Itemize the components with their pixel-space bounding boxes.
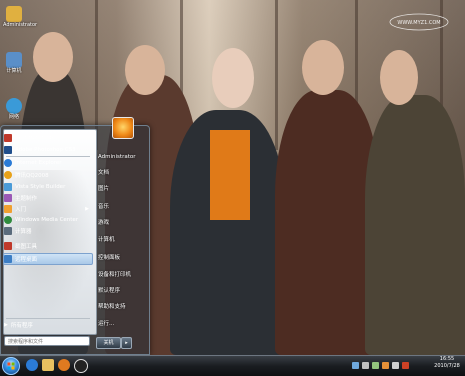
program-item-restorator[interactable]: Restorator.exe — [4, 133, 92, 143]
restorator-icon — [4, 134, 12, 142]
program-label: 腾讯QQ2008 — [15, 173, 49, 179]
windows-logo-icon — [7, 362, 15, 370]
qq-icon[interactable] — [74, 359, 88, 373]
program-item-qq[interactable]: 腾讯QQ2008 — [4, 170, 92, 180]
remote-desktop-icon — [4, 255, 12, 263]
tray-icon-5[interactable] — [392, 362, 399, 369]
right-item-documents[interactable]: 文档 — [98, 168, 109, 176]
explorer-icon[interactable] — [42, 359, 54, 371]
right-item-user[interactable]: Administrator — [98, 154, 136, 160]
network-icon — [6, 98, 22, 114]
shutdown-options-button[interactable]: ▸ — [121, 337, 132, 349]
desktop-icon-network[interactable]: 网络 — [3, 98, 25, 120]
tray-icon-4[interactable] — [382, 362, 389, 369]
ie-icon — [4, 159, 12, 167]
program-label: 入门 — [15, 207, 27, 213]
user-folder-icon — [6, 6, 22, 22]
qq-icon — [4, 171, 12, 179]
clock-date: 2010/7/28 — [434, 363, 460, 369]
snipping-tool-icon — [4, 242, 12, 250]
program-label: Internet Explorer — [15, 160, 62, 166]
theme-icon — [4, 194, 12, 202]
shutdown-button[interactable]: 关机 — [96, 337, 121, 349]
wallpaper-face — [33, 32, 73, 82]
program-item-calculator[interactable]: 计算器 — [4, 226, 92, 236]
search-placeholder: 搜索程序和文件 — [8, 339, 44, 345]
computer-icon — [6, 52, 22, 68]
right-item-help-support[interactable]: 帮助和支持 — [98, 302, 126, 310]
program-label: 截图工具 — [15, 244, 38, 250]
program-item-getting-started[interactable]: 入门 ▶ — [4, 204, 92, 214]
right-item-games[interactable]: 游戏 — [98, 218, 109, 226]
watermark-text: WWW.MYZ1.COM — [397, 20, 440, 26]
program-item-photoshop[interactable]: Adobe Photoshop CS3 — [4, 145, 92, 155]
user-avatar[interactable] — [112, 117, 134, 139]
wallpaper-face — [302, 40, 344, 95]
program-label: 远程桌面 — [15, 257, 38, 263]
program-item-remote-desktop[interactable]: 远程桌面 — [3, 253, 93, 265]
tray-icon-3[interactable] — [372, 362, 379, 369]
tray-icon-1[interactable] — [352, 362, 359, 369]
ie-icon[interactable] — [26, 359, 38, 371]
desktop-icon-user-folder[interactable]: Administrator — [3, 6, 38, 28]
menu-separator — [6, 318, 90, 319]
program-label: Adobe Photoshop CS3 — [15, 147, 76, 153]
menu-separator — [6, 156, 90, 157]
program-label: 主题制作 — [15, 196, 38, 202]
wallpaper-face — [125, 45, 165, 95]
desktop-icon-label: Administrator — [3, 22, 38, 28]
clock-time: 16:55 — [439, 356, 455, 362]
right-item-control-panel[interactable]: 控制面板 — [98, 253, 120, 261]
all-programs-button[interactable]: ▶ 所有程序 — [4, 320, 92, 330]
taskbar-clock[interactable]: 16:55 2010/7/28 — [430, 356, 464, 370]
right-item-computer[interactable]: 计算机 — [98, 235, 115, 243]
chevron-right-icon: ▶ — [4, 322, 8, 328]
right-item-devices-printers[interactable]: 设备和打印机 — [98, 270, 131, 278]
getting-started-icon — [4, 205, 12, 213]
program-item-vista-style-builder[interactable]: Vista Style Builder — [4, 182, 92, 192]
chevron-right-icon: ▸ — [125, 340, 128, 346]
watermark-logo: WWW.MYZ1.COM — [389, 13, 449, 31]
desktop-icon-label: 网络 — [8, 114, 19, 120]
right-item-music[interactable]: 音乐 — [98, 202, 109, 210]
start-button[interactable] — [2, 357, 20, 375]
tray-icon-2[interactable] — [362, 362, 369, 369]
program-item-internet-explorer[interactable]: Internet Explorer — [4, 158, 92, 168]
right-item-default-programs[interactable]: 默认程序 — [98, 286, 120, 294]
program-label: Windows Media Center — [15, 217, 79, 223]
vsb-icon — [4, 183, 12, 191]
media-center-icon — [4, 216, 12, 224]
calculator-icon — [4, 227, 12, 235]
right-item-pictures[interactable]: 图片 — [98, 184, 109, 192]
all-programs-label: 所有程序 — [10, 323, 33, 329]
wallpaper-face — [212, 48, 254, 108]
photoshop-icon — [4, 146, 12, 154]
wallpaper-figure — [365, 95, 465, 355]
tree-trunk — [275, 0, 278, 150]
start-search-input[interactable]: 搜索程序和文件 — [4, 336, 90, 346]
program-label: Vista Style Builder — [15, 184, 66, 190]
program-item-snipping-tool[interactable]: 截图工具 — [4, 241, 92, 251]
wallpaper-robe — [210, 130, 250, 220]
program-item-theme[interactable]: 主题制作 — [4, 193, 92, 203]
right-item-run[interactable]: 运行... — [98, 319, 114, 327]
shutdown-label: 关机 — [103, 340, 114, 346]
chevron-right-icon: ▶ — [85, 206, 89, 212]
program-label: Restorator.exe — [15, 135, 55, 141]
tray-icon-6[interactable] — [402, 362, 409, 369]
program-item-media-center[interactable]: Windows Media Center — [4, 215, 92, 225]
wallpaper-face — [380, 50, 418, 105]
desktop-icon-computer[interactable]: 计算机 — [3, 52, 25, 74]
media-player-icon[interactable] — [58, 359, 70, 371]
desktop-icon-label: 计算机 — [6, 68, 22, 74]
program-label: 计算器 — [15, 229, 32, 235]
